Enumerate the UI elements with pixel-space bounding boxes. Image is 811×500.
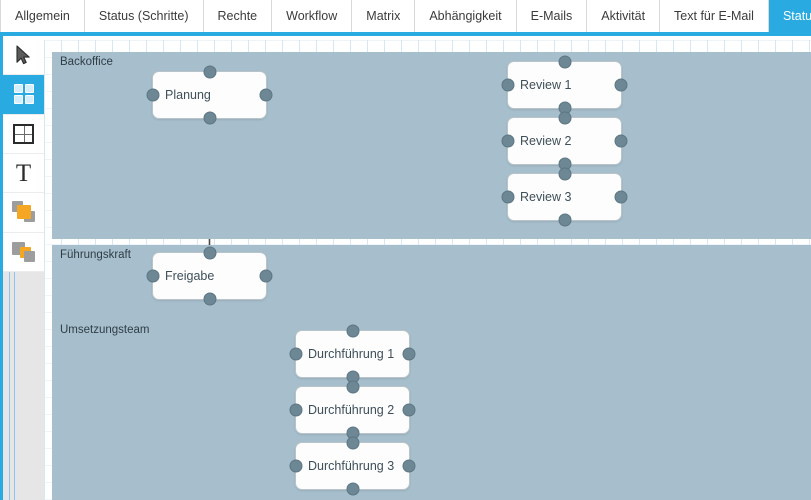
swimlane-label: Backoffice (60, 56, 113, 68)
workflow-editor-window: Allgemein Status (Schritte) Rechte Workflow… (0, 0, 811, 500)
connection-handle-top[interactable] (346, 380, 359, 394)
connection-handle-left[interactable] (289, 403, 303, 417)
workflow-node-label: Durchführung 3 (308, 459, 395, 473)
workflow-node-durchfuehrung-2[interactable]: Durchführung 2 (289, 380, 416, 440)
tab-abhängigkeit[interactable]: Abhängigkeit (415, 0, 517, 32)
workflow-node-label: Planung (165, 88, 211, 102)
tab-aktivität[interactable]: Aktivität (587, 0, 661, 32)
bring-to-front-icon (11, 201, 36, 223)
connection-handle-top[interactable] (558, 111, 571, 125)
connection-handle-left[interactable] (501, 134, 515, 148)
connection-handle-right[interactable] (259, 269, 273, 283)
tool-panel-collapsed[interactable] (0, 272, 44, 500)
diagram-canvas[interactable]: Backoffice Führungskraft Umsetzungsteam Pla… (44, 40, 811, 500)
tab-label: Allgemein (15, 9, 70, 23)
connection-handle-right[interactable] (259, 88, 273, 102)
workflow-node-label: Durchführung 1 (308, 347, 395, 361)
connection-handle-bottom[interactable] (203, 111, 216, 125)
workflow-node-planung[interactable]: Planung (146, 65, 273, 125)
select-tool[interactable] (3, 36, 44, 76)
connection-handle-right[interactable] (402, 403, 416, 417)
send-to-back-tool[interactable] (3, 232, 44, 272)
connection-handle-top[interactable] (558, 167, 571, 181)
swimlane-label: Umsetzungsteam (60, 324, 150, 336)
connection-handle-left[interactable] (501, 190, 515, 204)
tab-label: Status Workflow (782, 9, 811, 23)
connection-handle-top[interactable] (346, 436, 359, 450)
tab-rechte[interactable]: Rechte (203, 0, 273, 32)
send-to-back-icon (11, 241, 36, 263)
tool-strip: T (0, 36, 44, 272)
table-icon (13, 123, 34, 144)
connection-handle-bottom[interactable] (346, 482, 359, 496)
tab-label: Abhängigkeit (429, 9, 502, 23)
connection-handle-right[interactable] (614, 190, 628, 204)
connection-handle-left[interactable] (501, 78, 515, 92)
connection-handle-top[interactable] (203, 246, 216, 260)
shapes-tool[interactable] (3, 75, 44, 115)
tab-text-für-e-mail[interactable]: Text für E-Mail (660, 0, 769, 32)
tab-status-workflow[interactable]: Status Workflow (768, 0, 811, 32)
tab-bar: Allgemein Status (Schritte) Rechte Workflow… (0, 0, 811, 36)
tab-label: Aktivität (601, 9, 646, 23)
workflow-node-label: Durchführung 2 (308, 403, 395, 417)
workflow-node-label: Review 1 (520, 78, 572, 92)
workflow-node-durchfuehrung-3[interactable]: Durchführung 3 (289, 436, 416, 496)
workflow-node-durchfuehrung-1[interactable]: Durchführung 1 (289, 324, 416, 384)
connection-handle-bottom[interactable] (558, 213, 571, 227)
workflow-node-label: Freigabe (165, 269, 215, 283)
cursor-icon (15, 45, 33, 65)
workflow-node-review-2[interactable]: Review 2 (501, 111, 628, 171)
table-tool[interactable] (3, 114, 44, 154)
connection-handle-top[interactable] (558, 55, 571, 69)
connection-handle-left[interactable] (289, 347, 303, 361)
tab-allgemein[interactable]: Allgemein (0, 0, 85, 32)
connection-handle-right[interactable] (402, 459, 416, 473)
tab-label: E-Mails (530, 9, 573, 23)
connection-handle-left[interactable] (289, 459, 303, 473)
connection-handle-right[interactable] (614, 78, 628, 92)
tab-label: Workflow (286, 9, 338, 23)
workflow-node-label: Review 2 (520, 134, 572, 148)
connection-handle-left[interactable] (146, 269, 160, 283)
tab-label: Status (Schritte) (98, 9, 189, 23)
swimlane-label: Führungskraft (60, 249, 131, 261)
tab-e-mails[interactable]: E-Mails (516, 0, 588, 32)
workflow-node-freigabe[interactable]: Freigabe (146, 246, 273, 306)
bring-to-front-tool[interactable] (3, 193, 44, 233)
swimlane[interactable]: Umsetzungsteam (52, 320, 811, 500)
tab-status-schritte[interactable]: Status (Schritte) (84, 0, 204, 32)
tab-label: Text für E-Mail (674, 9, 754, 23)
connection-handle-right[interactable] (614, 134, 628, 148)
workflow-node-review-3[interactable]: Review 3 (501, 167, 628, 227)
connection-handle-top[interactable] (346, 324, 359, 338)
workflow-node-label: Review 3 (520, 190, 572, 204)
tab-matrix[interactable]: Matrix (352, 0, 416, 32)
connection-handle-right[interactable] (402, 347, 416, 361)
four-squares-icon (13, 84, 34, 105)
tab-workflow[interactable]: Workflow (272, 0, 353, 32)
text-tool[interactable]: T (3, 153, 44, 194)
connection-handle-left[interactable] (146, 88, 160, 102)
tab-label: Matrix (366, 9, 401, 23)
text-t-icon: T (15, 159, 32, 187)
connection-handle-top[interactable] (203, 65, 216, 79)
connection-handle-bottom[interactable] (203, 292, 216, 306)
tab-label: Rechte (217, 9, 258, 23)
workflow-node-review-1[interactable]: Review 1 (501, 55, 628, 115)
